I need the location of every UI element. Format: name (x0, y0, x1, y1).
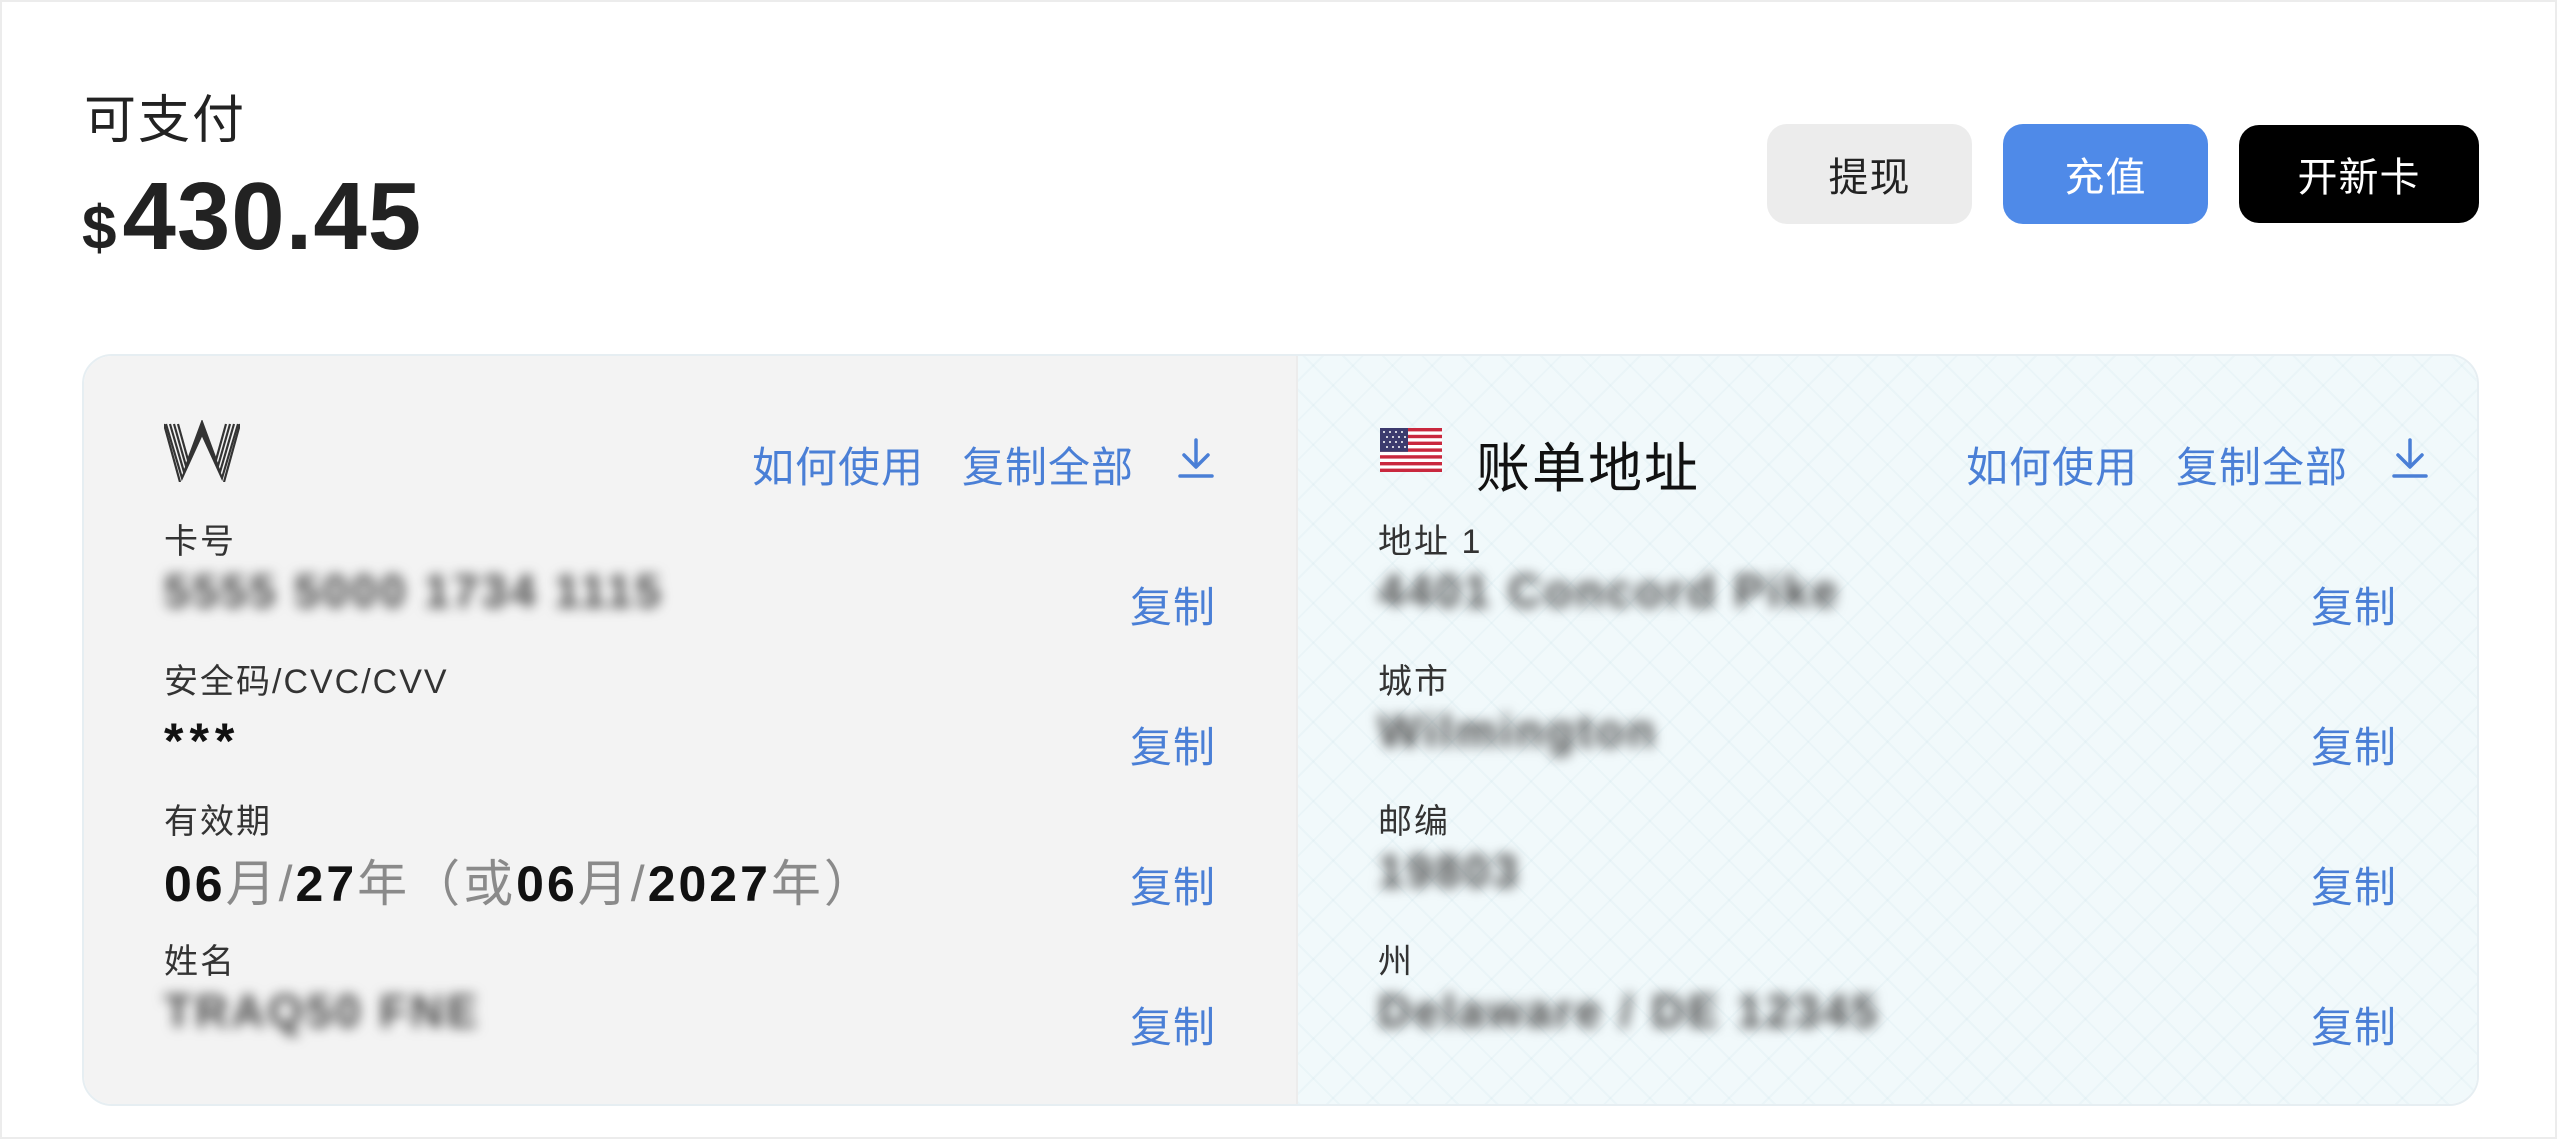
withdraw-button[interactable]: 提现 (1767, 124, 1972, 224)
copy-state-button[interactable]: 复制 (2311, 994, 2397, 1055)
cvc-value: *** (164, 713, 241, 769)
expiry-month: 06 (164, 856, 226, 912)
expiry-year-char-alt: 年 (770, 856, 824, 912)
address1-field: 地址 1 4401 Concord Pike 复制 (1378, 514, 2397, 654)
cardholder-name-value: TRAQ50 FNE (164, 985, 481, 1037)
expiry-label: 有效期 (164, 803, 272, 841)
card-details-header: 如何使用 复制全部 (84, 416, 1296, 491)
zip-label: 邮编 (1378, 803, 1450, 841)
expiry-paren-open: （或 (410, 856, 517, 912)
billing-address: 账单地址 如何使用 复制全部 地址 1 4401 Concord Pike 复制… (1298, 356, 2477, 1104)
expiry-year-full: 2027 (647, 856, 771, 912)
expiry-slash-alt: / (630, 856, 648, 912)
new-card-button[interactable]: 开新卡 (2239, 125, 2479, 223)
copy-cvc-button[interactable]: 复制 (1130, 714, 1216, 775)
balance-value: 430.45 (122, 163, 423, 270)
cvc-field: 安全码/CVC/CVV *** 复制 (164, 654, 1216, 794)
page-frame: 可支付 $ 430.45 提现 充值 开新卡 如何使用 复制全部 卡号 5555… (0, 0, 2557, 1139)
w-brand-logo-icon (164, 420, 240, 482)
address1-value: 4401 Concord Pike (1378, 565, 1841, 617)
card-details: 如何使用 复制全部 卡号 5555 5000 1734 1115 复制 安全码/… (84, 356, 1298, 1104)
card-number-value: 5555 5000 1734 1115 (164, 565, 664, 617)
billing-address-title: 账单地址 (1476, 439, 1700, 499)
expiry-month-alt: 06 (516, 856, 578, 912)
copy-expiry-button[interactable]: 复制 (1130, 854, 1216, 915)
us-flag-icon (1380, 428, 1442, 472)
how-to-use-link[interactable]: 如何使用 (752, 434, 924, 495)
balance-amount: $ 430.45 (82, 162, 422, 272)
copy-card-number-button[interactable]: 复制 (1130, 574, 1216, 635)
cardholder-name-label: 姓名 (164, 943, 236, 981)
city-label: 城市 (1378, 663, 1450, 701)
billing-copy-all-button[interactable]: 复制全部 (2176, 434, 2348, 495)
balance-label: 可支付 (84, 92, 247, 150)
address1-label: 地址 1 (1378, 523, 1483, 561)
cardholder-name-field: 姓名 TRAQ50 FNE 复制 (164, 934, 1216, 1074)
expiry-year-short: 27 (295, 856, 358, 912)
download-icon[interactable] (1174, 436, 1218, 482)
card-info-panel: 如何使用 复制全部 卡号 5555 5000 1734 1115 复制 安全码/… (82, 354, 2479, 1106)
state-label: 州 (1378, 943, 1414, 981)
expiry-month-char: 月 (225, 856, 279, 912)
zip-value: 19803 (1378, 845, 1521, 897)
billing-address-header: 账单地址 如何使用 复制全部 (1298, 416, 2477, 499)
copy-city-button[interactable]: 复制 (2311, 714, 2397, 775)
zip-field: 邮编 19803 复制 (1378, 794, 2397, 934)
state-value: Delaware / DE 12345 (1378, 985, 1880, 1037)
city-field: 城市 Wilmington 复制 (1378, 654, 2397, 794)
cvc-label: 安全码/CVC/CVV (164, 663, 449, 701)
copy-all-button[interactable]: 复制全部 (962, 434, 1134, 495)
card-number-label: 卡号 (164, 523, 236, 561)
expiry-value: 06月/27年（或06月/2027年） (164, 844, 877, 916)
download-icon[interactable] (2388, 436, 2432, 482)
copy-cardholder-name-button[interactable]: 复制 (1130, 994, 1216, 1055)
topup-button[interactable]: 充值 (2003, 124, 2208, 224)
state-field: 州 Delaware / DE 12345 复制 (1378, 934, 2397, 1074)
expiry-paren-close: ） (823, 856, 877, 912)
expiry-field: 有效期 06月/27年（或06月/2027年） 复制 (164, 794, 1216, 934)
expiry-year-char: 年 (357, 856, 411, 912)
billing-how-to-use-link[interactable]: 如何使用 (1966, 434, 2138, 495)
expiry-month-char-alt: 月 (577, 856, 631, 912)
currency-symbol: $ (82, 194, 117, 263)
copy-address1-button[interactable]: 复制 (2311, 574, 2397, 635)
expiry-slash: / (278, 856, 296, 912)
card-number-field: 卡号 5555 5000 1734 1115 复制 (164, 514, 1216, 654)
copy-zip-button[interactable]: 复制 (2311, 854, 2397, 915)
city-value: Wilmington (1378, 705, 1658, 757)
